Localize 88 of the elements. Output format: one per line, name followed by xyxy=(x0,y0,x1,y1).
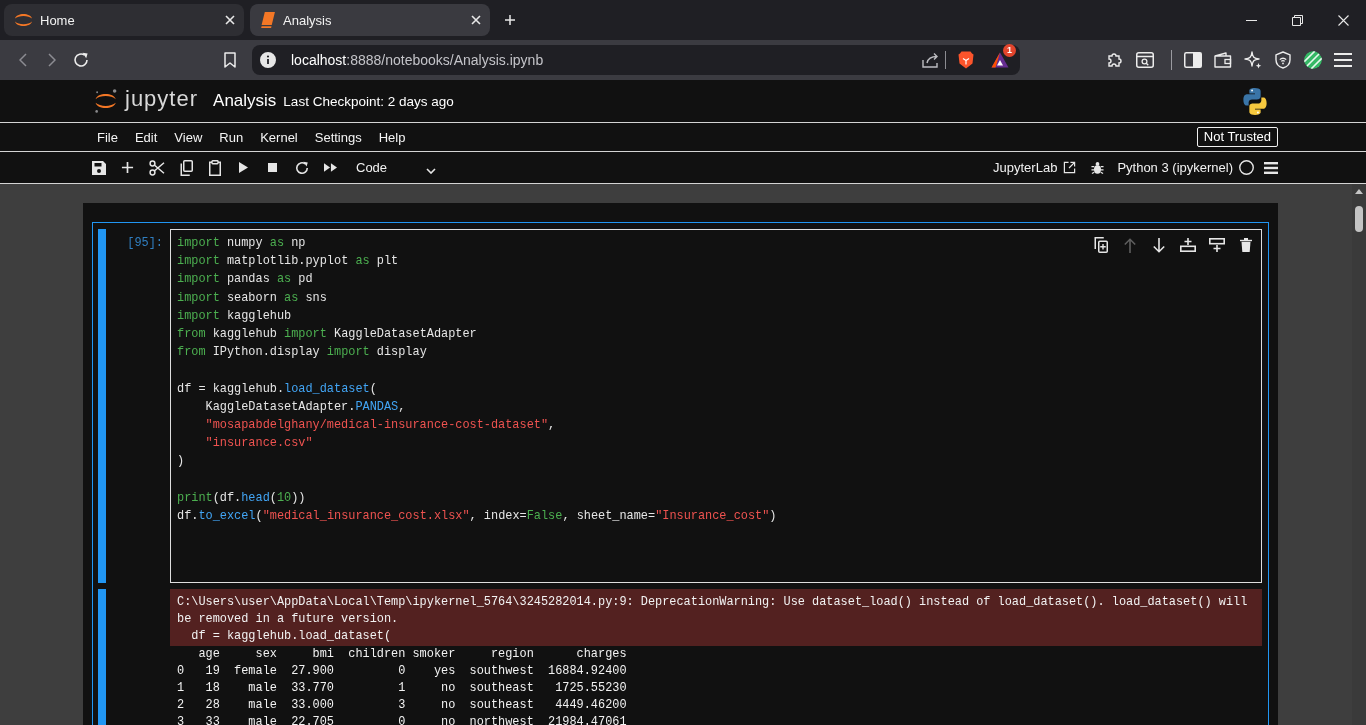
menu-item[interactable]: View xyxy=(170,126,207,148)
arrow-down-icon[interactable] xyxy=(1152,237,1165,253)
menu-item[interactable]: Kernel xyxy=(256,126,302,148)
code-line: ) xyxy=(177,453,185,471)
save-icon[interactable] xyxy=(91,160,106,175)
close-icon[interactable] xyxy=(1337,14,1349,26)
output-line: df = kagglehub.load_dataset( xyxy=(190,628,392,645)
menu-item[interactable]: Run xyxy=(215,126,248,148)
menu-icon[interactable] xyxy=(1264,161,1278,174)
code-line: from kagglehub import KaggleDatasetAdapter xyxy=(177,325,477,343)
output-line: 0 19 female 27.900 0 yes southwest 16884.92400 xyxy=(177,663,627,680)
arrow-up-icon[interactable] xyxy=(1355,189,1363,194)
checkpoint-status: Last Checkpoint: 2 days ago xyxy=(283,93,454,109)
code-line: KaggleDatasetAdapter.PANDAS, xyxy=(204,398,406,416)
logo-icon[interactable] xyxy=(95,89,117,113)
restart-icon[interactable] xyxy=(294,160,309,175)
share-icon[interactable] xyxy=(922,52,940,68)
address-field[interactable]: localhost:8888/notebooks/Analysis.ipynb 1 xyxy=(252,45,1020,75)
output-line: C:\Users\user\AppData\Local\Temp\ipykernel_5764\3245282014.py:9: DeprecationWarning: Use dataset_load() instead of load_dataset(). load_dataset() will xyxy=(177,594,1248,611)
run-icon[interactable] xyxy=(239,162,248,173)
back-icon[interactable] xyxy=(19,53,27,67)
code-line: import seaborn as sns xyxy=(177,289,327,307)
menu-icon[interactable] xyxy=(1334,53,1352,67)
book-icon xyxy=(261,12,275,28)
output-line: age sex bmi children smoker region charges xyxy=(197,646,627,663)
code-line: "insurance.csv" xyxy=(204,435,313,453)
ring-icon xyxy=(1239,160,1254,175)
menu-item[interactable]: Edit xyxy=(130,126,162,148)
code-line: df.to_excel("medical_insurance_cost.xlsx", index=False, sheet_name="Insurance_cost") xyxy=(177,507,777,525)
browser-tab[interactable]: Home xyxy=(4,4,244,36)
cell-type-dropdown[interactable]: Code xyxy=(350,155,442,180)
code-line: import matplotlib.pyplot as plt xyxy=(177,253,399,271)
chevron-down-icon xyxy=(426,167,436,174)
code-line: "mosapabdelghany/medical-insurance-cost-dataset", xyxy=(204,416,556,434)
copy-icon[interactable] xyxy=(178,159,193,176)
paste-icon[interactable] xyxy=(207,159,222,176)
trust-button[interactable]: Not Trusted xyxy=(1196,127,1278,147)
plus-icon[interactable] xyxy=(121,161,134,174)
trash-icon[interactable] xyxy=(1239,238,1252,252)
copy-plus-icon[interactable] xyxy=(1093,237,1108,253)
window-search-icon[interactable] xyxy=(1136,52,1154,68)
output-line: 2 28 male 33.000 3 no southeast 4449.46200 xyxy=(177,697,627,714)
puzzle-icon[interactable] xyxy=(1106,51,1124,69)
jupyterlab-link[interactable]: JupyterLab xyxy=(993,160,1077,175)
sidebar-icon[interactable] xyxy=(1184,52,1202,68)
code-line: import kagglehub xyxy=(177,307,292,325)
plus-icon[interactable] xyxy=(504,14,516,26)
bookmark-icon[interactable] xyxy=(224,52,236,68)
code-line: print(df.head(10)) xyxy=(177,489,306,507)
menu-item[interactable]: Help xyxy=(374,126,410,148)
logo-text[interactable]: jupyter xyxy=(125,86,199,112)
kernel-name[interactable]: Python 3 (ipykernel) xyxy=(1117,160,1233,175)
notebook-title[interactable]: Analysis xyxy=(213,91,277,111)
shield-signal-icon[interactable] xyxy=(1275,51,1291,69)
plus-over-bar-icon[interactable] xyxy=(1179,238,1196,252)
wallet-icon[interactable] xyxy=(1214,52,1232,68)
output-line: 1 18 male 33.770 1 no southeast 1725.55230 xyxy=(177,680,627,697)
notification-badge: 1 xyxy=(1003,44,1016,57)
code-line: from IPython.display import display xyxy=(177,344,427,362)
triangle-icon[interactable] xyxy=(991,52,1009,68)
close-icon[interactable] xyxy=(225,15,235,25)
code-line: df = kagglehub.load_dataset( xyxy=(177,380,377,398)
close-icon[interactable] xyxy=(471,15,481,25)
info-icon[interactable] xyxy=(260,52,276,68)
bar-over-plus-icon[interactable] xyxy=(1208,238,1225,252)
forward-icon[interactable] xyxy=(48,53,56,67)
kernel-logo-icon xyxy=(1242,87,1268,115)
code-line: import numpy as np xyxy=(177,235,306,252)
execution-count: [95]: xyxy=(127,235,163,252)
minimize-icon[interactable] xyxy=(1245,19,1257,21)
shield-icon[interactable] xyxy=(958,51,974,69)
fast-forward-icon[interactable] xyxy=(324,163,337,172)
browser-tab[interactable]: Analysis xyxy=(250,4,490,36)
logo-icon xyxy=(15,14,32,26)
output-line: be removed in a future version. xyxy=(177,611,399,628)
cut-icon[interactable] xyxy=(148,159,165,176)
restore-icon[interactable] xyxy=(1291,14,1303,26)
bug-icon[interactable] xyxy=(1091,160,1105,175)
code-editor[interactable] xyxy=(170,229,1262,583)
reload-icon[interactable] xyxy=(73,52,89,68)
external-link-icon xyxy=(1063,161,1077,174)
sparkle-icon[interactable] xyxy=(1244,51,1262,69)
menu-item[interactable]: Settings xyxy=(310,126,366,148)
menu-item[interactable]: File xyxy=(93,126,122,148)
striped-circle-icon[interactable] xyxy=(1304,51,1322,69)
scrollbar-thumb[interactable] xyxy=(1355,206,1363,232)
output-line: 3 33 male 22.705 0 no northwest 21984.47061 xyxy=(177,714,627,725)
code-line: import pandas as pd xyxy=(177,271,313,289)
